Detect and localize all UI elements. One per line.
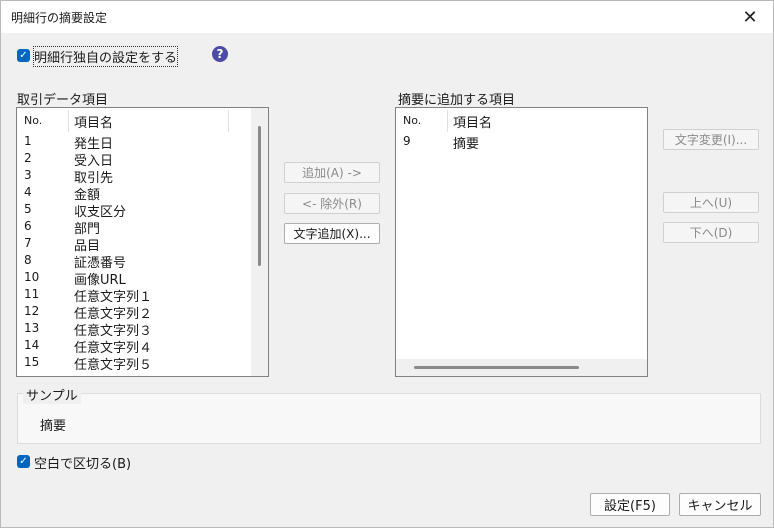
- list-item[interactable]: 11 任意文字列１: [17, 286, 268, 305]
- list-item-no: 2: [24, 151, 32, 165]
- list-item[interactable]: 14 任意文字列４: [17, 337, 268, 356]
- space-separate-label[interactable]: 空白で区切る(B): [34, 453, 131, 472]
- list-item-no: 13: [24, 321, 40, 335]
- help-icon[interactable]: ?: [212, 46, 228, 62]
- move-up-button[interactable]: 上へ(U): [663, 192, 759, 213]
- list-item-no: 1: [24, 134, 32, 148]
- list-item[interactable]: 5 収支区分: [17, 201, 268, 220]
- own-setting-label[interactable]: 明細行独自の設定をする: [32, 46, 179, 67]
- list-item-name: 任意文字列５: [74, 358, 153, 373]
- list-item[interactable]: 2 受入日: [17, 150, 268, 169]
- sample-legend: サンプル: [23, 385, 81, 404]
- list-item-name: 摘要: [453, 137, 480, 152]
- target-list-scrollbar[interactable]: [396, 359, 647, 376]
- list-item-no: 5: [24, 202, 32, 216]
- target-list-header: No. 項目名: [396, 108, 647, 132]
- list-item-no: 11: [24, 287, 40, 301]
- close-icon: ✕: [742, 6, 758, 28]
- dialog-window: 明細行の摘要設定 ✕ ✓ 明細行独自の設定をする ? 取引データ項目 No. 項…: [0, 0, 774, 528]
- list-item[interactable]: 3 取引先: [17, 167, 268, 186]
- list-item-no: 4: [24, 185, 32, 199]
- own-setting-checkbox[interactable]: ✓: [17, 49, 30, 62]
- column-header-name[interactable]: 項目名: [453, 112, 492, 131]
- move-down-button[interactable]: 下へ(D): [663, 222, 759, 243]
- target-list[interactable]: No. 項目名 9 摘要: [395, 107, 648, 377]
- cancel-button[interactable]: キャンセル: [679, 493, 761, 516]
- list-item[interactable]: 12 任意文字列２: [17, 303, 268, 322]
- space-separate-checkbox[interactable]: ✓: [17, 455, 30, 468]
- list-item[interactable]: 4 金額: [17, 184, 268, 203]
- list-item[interactable]: 13 任意文字列３: [17, 320, 268, 339]
- close-button[interactable]: ✕: [727, 1, 773, 33]
- list-item-no: 12: [24, 304, 40, 318]
- list-item[interactable]: 15 任意文字列５: [17, 354, 268, 373]
- remove-button[interactable]: <- 除外(R): [284, 193, 380, 214]
- change-text-button[interactable]: 文字変更(I)...: [663, 129, 759, 150]
- column-header-name[interactable]: 項目名: [74, 112, 113, 131]
- scrollbar-thumb[interactable]: [414, 366, 579, 369]
- add-button[interactable]: 追加(A) ->: [284, 162, 380, 183]
- window-title: 明細行の摘要設定: [11, 11, 108, 25]
- target-list-label: 摘要に追加する項目: [398, 93, 516, 108]
- list-item[interactable]: 6 部門: [17, 218, 268, 237]
- list-item-no: 14: [24, 338, 40, 352]
- target-list-rows: 9 摘要: [396, 133, 647, 152]
- list-item-no: 7: [24, 236, 32, 250]
- list-item[interactable]: 8 証憑番号: [17, 252, 268, 271]
- list-item-no: 10: [24, 270, 40, 284]
- sample-text: 摘要: [40, 419, 67, 434]
- source-list-rows: 1 発生日 2 受入日 3 取引先 4 金額 5 収支区分 6 部門 7 品目 8 証憑番号 10 画像URL 11…: [17, 133, 268, 373]
- list-item[interactable]: 7 品目: [17, 235, 268, 254]
- list-item-no: 8: [24, 253, 32, 267]
- scrollbar-thumb[interactable]: [258, 126, 261, 266]
- list-item[interactable]: 9 摘要: [396, 133, 647, 152]
- title-bar: 明細行の摘要設定 ✕: [1, 1, 773, 33]
- source-list-header: No. 項目名: [17, 108, 268, 132]
- source-list-label: 取引データ項目: [17, 93, 109, 108]
- list-item-no: 9: [403, 134, 411, 148]
- list-item-no: 6: [24, 219, 32, 233]
- source-list[interactable]: No. 項目名 1 発生日 2 受入日 3 取引先 4 金額 5 収支区分 6 部門 7 品目 8 証憑番号 1…: [16, 107, 269, 377]
- column-header-no[interactable]: No.: [403, 114, 421, 127]
- list-item-no: 3: [24, 168, 32, 182]
- list-item[interactable]: 10 画像URL: [17, 269, 268, 288]
- list-item-no: 15: [24, 355, 40, 369]
- list-item[interactable]: 1 発生日: [17, 133, 268, 152]
- ok-button[interactable]: 設定(F5): [590, 493, 670, 516]
- add-text-button[interactable]: 文字追加(X)...: [284, 223, 380, 244]
- column-header-no[interactable]: No.: [24, 114, 42, 127]
- sample-group: [17, 393, 761, 444]
- source-list-scrollbar[interactable]: [251, 108, 268, 376]
